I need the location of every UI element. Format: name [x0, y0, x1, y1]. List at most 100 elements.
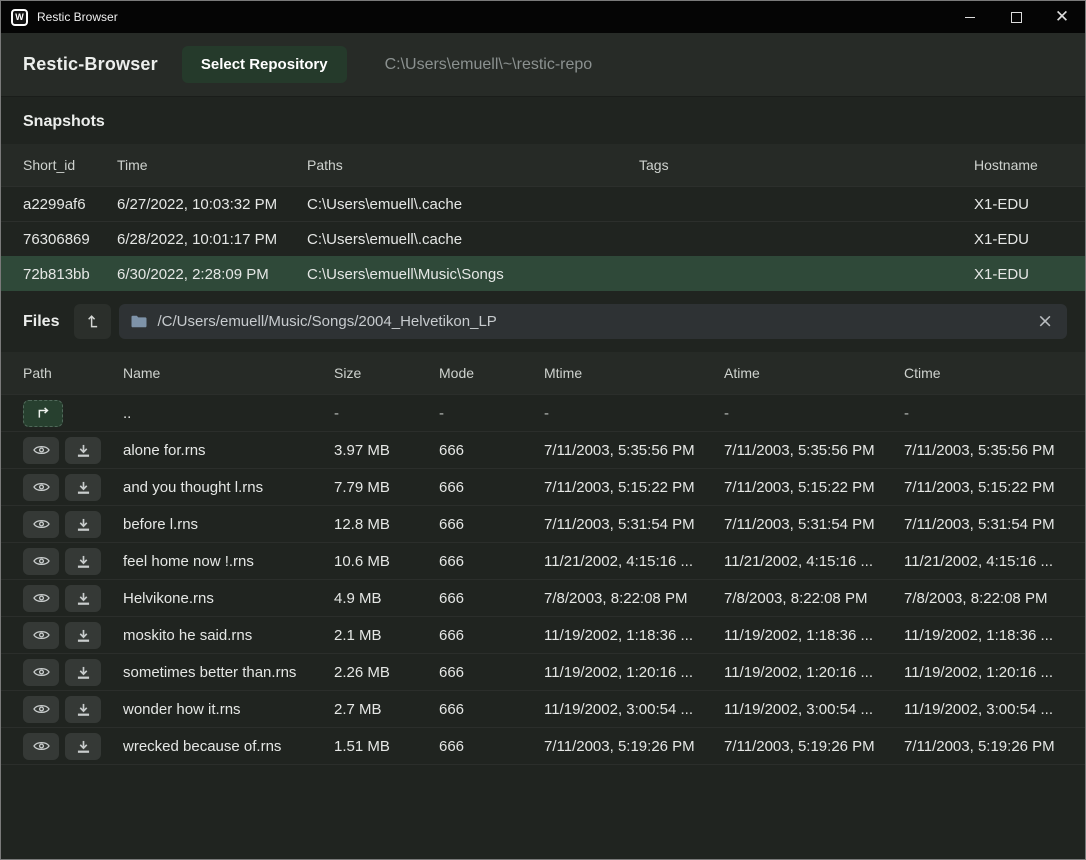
download-button[interactable] — [65, 622, 101, 649]
clear-path-button[interactable]: × — [1035, 312, 1055, 331]
file-mtime: 7/11/2003, 5:15:22 PM — [544, 479, 724, 496]
eye-icon — [33, 629, 50, 641]
files-bar: Files /C/Users/emuell/Music/Songs/2004_H… — [1, 297, 1085, 346]
file-mode: 666 — [439, 627, 544, 644]
maximize-button[interactable] — [993, 1, 1039, 33]
file-mtime: 11/19/2002, 3:00:54 ... — [544, 701, 724, 718]
file-atime: 11/21/2002, 4:15:16 ... — [724, 553, 904, 570]
go-up-level-button[interactable] — [74, 304, 111, 339]
file-size: 2.1 MB — [334, 627, 439, 644]
column-time: Time — [117, 157, 307, 173]
file-row-actions — [23, 622, 123, 649]
file-row-actions — [23, 511, 123, 538]
select-repository-button[interactable]: Select Repository — [182, 46, 347, 83]
file-row: moskito he said.rns 2.1 MB 666 11/19/200… — [1, 616, 1085, 653]
column-mode: Mode — [439, 365, 544, 381]
file-mode: 666 — [439, 516, 544, 533]
snapshot-hostname: X1-EDU — [974, 231, 1067, 248]
files-heading: Files — [23, 313, 59, 331]
close-button[interactable]: ✕ — [1039, 1, 1085, 33]
file-mode: 666 — [439, 701, 544, 718]
file-atime: 11/19/2002, 1:18:36 ... — [724, 627, 904, 644]
column-mtime: Mtime — [544, 365, 724, 381]
snapshot-time: 6/28/2022, 10:01:17 PM — [117, 231, 307, 248]
preview-button[interactable] — [23, 548, 59, 575]
file-mtime: 7/8/2003, 8:22:08 PM — [544, 590, 724, 607]
download-icon — [76, 629, 91, 642]
eye-icon — [33, 481, 50, 493]
file-row: and you thought l.rns 7.79 MB 666 7/11/2… — [1, 468, 1085, 505]
download-button[interactable] — [65, 696, 101, 723]
file-name: alone for.rns — [123, 442, 334, 459]
snapshot-time: 6/30/2022, 2:28:09 PM — [117, 266, 307, 283]
file-size: 10.6 MB — [334, 553, 439, 570]
file-path-bar[interactable]: /C/Users/emuell/Music/Songs/2004_Helveti… — [119, 304, 1067, 339]
preview-button[interactable] — [23, 437, 59, 464]
preview-button[interactable] — [23, 659, 59, 686]
download-icon — [76, 555, 91, 568]
file-atime: 7/11/2003, 5:35:56 PM — [724, 442, 904, 459]
file-ctime: 7/11/2003, 5:35:56 PM — [904, 442, 1067, 459]
eye-icon — [33, 703, 50, 715]
file-name: wrecked because of.rns — [123, 738, 334, 755]
eye-icon — [33, 666, 50, 678]
column-path: Path — [23, 365, 123, 381]
download-icon — [76, 481, 91, 494]
preview-button[interactable] — [23, 622, 59, 649]
column-size: Size — [334, 365, 439, 381]
column-atime: Atime — [724, 365, 904, 381]
level-up-icon — [87, 314, 99, 329]
file-size: 2.7 MB — [334, 701, 439, 718]
snapshot-row[interactable]: a2299af6 6/27/2022, 10:03:32 PM C:\Users… — [1, 186, 1085, 221]
parent-row-mtime: - — [544, 405, 724, 422]
file-atime: 11/19/2002, 3:00:54 ... — [724, 701, 904, 718]
parent-row-name: .. — [123, 405, 334, 422]
app-title: Restic-Browser — [23, 54, 158, 75]
snapshots-table-body: a2299af6 6/27/2022, 10:03:32 PM C:\Users… — [1, 186, 1085, 291]
download-icon — [76, 740, 91, 753]
app-header: Restic-Browser Select Repository C:\User… — [1, 33, 1085, 97]
file-mode: 666 — [439, 442, 544, 459]
parent-row-size: - — [334, 405, 439, 422]
snapshot-row[interactable]: 76306869 6/28/2022, 10:01:17 PM C:\Users… — [1, 221, 1085, 256]
minimize-button[interactable] — [947, 1, 993, 33]
file-mtime: 7/11/2003, 5:35:56 PM — [544, 442, 724, 459]
file-mtime: 11/21/2002, 4:15:16 ... — [544, 553, 724, 570]
file-row-actions — [23, 696, 123, 723]
file-mode: 666 — [439, 590, 544, 607]
snapshot-row[interactable]: 72b813bb 6/30/2022, 2:28:09 PM C:\Users\… — [1, 256, 1085, 291]
current-directory-path: /C/Users/emuell/Music/Songs/2004_Helveti… — [157, 313, 1035, 330]
download-button[interactable] — [65, 548, 101, 575]
download-button[interactable] — [65, 437, 101, 464]
file-row: before l.rns 12.8 MB 666 7/11/2003, 5:31… — [1, 505, 1085, 542]
column-name: Name — [123, 365, 334, 381]
wails-logo-icon: W — [11, 9, 28, 26]
download-button[interactable] — [65, 511, 101, 538]
file-mode: 666 — [439, 553, 544, 570]
eye-icon — [33, 444, 50, 456]
file-row: wonder how it.rns 2.7 MB 666 11/19/2002,… — [1, 690, 1085, 727]
parent-row-mode: - — [439, 405, 544, 422]
download-icon — [76, 518, 91, 531]
file-ctime: 11/19/2002, 3:00:54 ... — [904, 701, 1067, 718]
preview-button[interactable] — [23, 585, 59, 612]
snapshot-hostname: X1-EDU — [974, 196, 1067, 213]
download-button[interactable] — [65, 474, 101, 501]
file-atime: 7/11/2003, 5:15:22 PM — [724, 479, 904, 496]
column-short-id: Short_id — [23, 157, 117, 173]
snapshot-paths: C:\Users\emuell\Music\Songs — [307, 266, 639, 283]
preview-button[interactable] — [23, 511, 59, 538]
download-button[interactable] — [65, 659, 101, 686]
file-row-actions — [23, 548, 123, 575]
parent-directory-button[interactable] — [23, 400, 63, 427]
download-button[interactable] — [65, 733, 101, 760]
file-size: 1.51 MB — [334, 738, 439, 755]
file-row-actions — [23, 733, 123, 760]
preview-button[interactable] — [23, 733, 59, 760]
file-size: 7.79 MB — [334, 479, 439, 496]
file-ctime: 11/19/2002, 1:18:36 ... — [904, 627, 1067, 644]
preview-button[interactable] — [23, 696, 59, 723]
download-button[interactable] — [65, 585, 101, 612]
preview-button[interactable] — [23, 474, 59, 501]
file-atime: 7/8/2003, 8:22:08 PM — [724, 590, 904, 607]
